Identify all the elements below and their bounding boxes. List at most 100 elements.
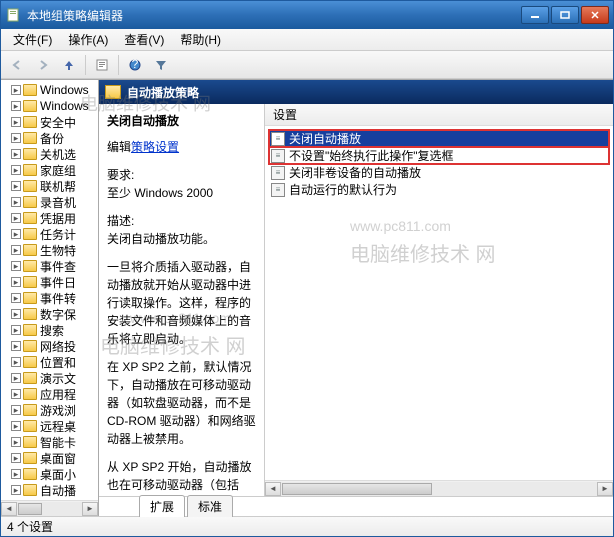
tree-item[interactable]: ▸位置和 <box>1 354 98 370</box>
tree-item[interactable]: ▸ 事件日 <box>1 274 98 290</box>
expand-icon[interactable]: ▸ <box>11 117 21 127</box>
expand-icon[interactable]: ▸ <box>11 405 21 415</box>
scroll-thumb[interactable] <box>18 503 42 515</box>
tree-item[interactable]: ▸生物特 <box>1 242 98 258</box>
list-header-setting[interactable]: 设置 <box>265 104 613 126</box>
expand-icon[interactable]: ▸ <box>11 101 21 111</box>
menu-action[interactable]: 操作(A) <box>60 29 116 50</box>
expand-icon[interactable]: ▸ <box>11 245 21 255</box>
requirements-block: 要求: 至少 Windows 2000 <box>107 166 256 202</box>
minimize-button[interactable] <box>521 6 549 24</box>
list-item[interactable]: ≡不设置"始终执行此操作"复选框 <box>269 147 609 164</box>
tree-item[interactable]: ▸事件转 <box>1 290 98 306</box>
tree-item[interactable]: ▸关机选 <box>1 146 98 162</box>
properties-button[interactable] <box>90 54 114 76</box>
expand-icon[interactable]: ▸ <box>11 213 21 223</box>
scroll-thumb[interactable] <box>282 483 432 495</box>
tree-label: 应用程 <box>40 386 76 403</box>
tree-item[interactable]: ▸任务计 <box>1 226 98 242</box>
list-item-label: 关闭非卷设备的自动播放 <box>289 164 421 181</box>
folder-icon <box>23 436 37 448</box>
back-button[interactable] <box>5 54 29 76</box>
maximize-button[interactable] <box>551 6 579 24</box>
expand-icon[interactable]: ▸ <box>11 309 21 319</box>
up-button[interactable] <box>57 54 81 76</box>
help-button[interactable]: ? <box>123 54 147 76</box>
tree-label: 桌面窗 <box>40 450 76 467</box>
expand-icon[interactable]: ▸ <box>11 453 21 463</box>
tree-item[interactable]: ▸远程桌 <box>1 418 98 434</box>
tree-item[interactable]: ▸数字保 <box>1 306 98 322</box>
tree-item[interactable]: ▸家庭组 <box>1 162 98 178</box>
expand-icon[interactable]: ▸ <box>11 149 21 159</box>
scroll-right-button[interactable]: ► <box>82 502 98 516</box>
edit-policy-link[interactable]: 策略设置 <box>131 140 179 154</box>
tree-item[interactable]: ▸ 事件查 <box>1 258 98 274</box>
description-text: 从 XP SP2 开始，自动播放也在可移动驱动器（包括 ZIP 驱动器和某些 U… <box>107 458 256 496</box>
tree-scrollbar[interactable]: ◄ ► <box>1 500 98 516</box>
tree-item[interactable]: ▸凭据用 <box>1 210 98 226</box>
expand-icon[interactable]: ▸ <box>11 197 21 207</box>
scroll-left-button[interactable]: ◄ <box>1 502 17 516</box>
expand-icon[interactable]: ▸ <box>11 341 21 351</box>
scroll-track[interactable] <box>281 482 597 496</box>
tree-item[interactable]: ▸ 桌面窗 <box>1 450 98 466</box>
tree-item[interactable]: ▸游戏浏 <box>1 402 98 418</box>
close-button[interactable] <box>581 6 609 24</box>
menu-view[interactable]: 查看(V) <box>116 29 172 50</box>
tree-label: 事件查 <box>40 258 76 275</box>
tree-item[interactable]: ▸ 应用程 <box>1 386 98 402</box>
scroll-track[interactable] <box>17 502 82 516</box>
list-scrollbar[interactable]: ◄ ► <box>265 480 613 496</box>
tree-label: 事件日 <box>40 274 76 291</box>
description-text: 一旦将介质插入驱动器，自动播放就开始从驱动器中进行读取操作。这样，程序的安装文件… <box>107 258 256 348</box>
tree-item[interactable]: ▸ 桌面小 <box>1 466 98 482</box>
list-item[interactable]: ≡关闭自动播放 <box>269 130 609 147</box>
tree-label: 桌面小 <box>40 466 76 483</box>
description-text: 在 XP SP2 之前，默认情况下，自动播放在可移动驱动器（如软盘驱动器，而不是… <box>107 358 256 448</box>
forward-button[interactable] <box>31 54 55 76</box>
tree-item[interactable]: ▸网络投 <box>1 338 98 354</box>
tree-item[interactable]: ▸演示文 <box>1 370 98 386</box>
expand-icon[interactable]: ▸ <box>11 133 21 143</box>
expand-icon[interactable]: ▸ <box>11 485 21 495</box>
expand-icon[interactable]: ▸ <box>11 181 21 191</box>
tab-standard[interactable]: 标准 <box>187 495 233 517</box>
menu-help[interactable]: 帮助(H) <box>172 29 229 50</box>
expand-icon[interactable]: ▸ <box>11 373 21 383</box>
tree-item[interactable]: ▸Windows <box>1 82 98 98</box>
folder-icon <box>23 196 37 208</box>
list-item[interactable]: ≡自动运行的默认行为 <box>269 181 609 198</box>
expand-icon[interactable]: ▸ <box>11 277 21 287</box>
expand-icon[interactable]: ▸ <box>11 229 21 239</box>
edit-link-row: 编辑策略设置 <box>107 138 256 156</box>
filter-button[interactable] <box>149 54 173 76</box>
expand-icon[interactable]: ▸ <box>11 357 21 367</box>
expand-icon[interactable]: ▸ <box>11 421 21 431</box>
tree-item[interactable]: ▸搜索 <box>1 322 98 338</box>
expand-icon[interactable]: ▸ <box>11 293 21 303</box>
list-item[interactable]: ≡关闭非卷设备的自动播放 <box>269 164 609 181</box>
tree-item[interactable]: ▸备份 <box>1 130 98 146</box>
expand-icon[interactable]: ▸ <box>11 469 21 479</box>
settings-list[interactable]: ≡关闭自动播放≡不设置"始终执行此操作"复选框≡关闭非卷设备的自动播放≡自动运行… <box>265 126 613 480</box>
expand-icon[interactable]: ▸ <box>11 437 21 447</box>
tree-item[interactable]: ▸录音机 <box>1 194 98 210</box>
scroll-left-button[interactable]: ◄ <box>265 482 281 496</box>
expand-icon[interactable]: ▸ <box>11 389 21 399</box>
expand-icon[interactable]: ▸ <box>11 261 21 271</box>
tree-label: 联机帮 <box>40 178 76 195</box>
tree-view[interactable]: ▸Windows▸Windows▸安全中▸备份▸关机选▸家庭组▸联机帮▸录音机▸… <box>1 80 98 500</box>
tree-item[interactable]: ▸ 联机帮 <box>1 178 98 194</box>
expand-icon[interactable]: ▸ <box>11 325 21 335</box>
menu-file[interactable]: 文件(F) <box>5 29 60 50</box>
scroll-right-button[interactable]: ► <box>597 482 613 496</box>
expand-icon[interactable]: ▸ <box>11 85 21 95</box>
titlebar[interactable]: 本地组策略编辑器 <box>1 1 613 29</box>
tab-extended[interactable]: 扩展 <box>139 495 185 517</box>
tree-item[interactable]: ▸自动播 <box>1 482 98 498</box>
tree-item[interactable]: ▸智能卡 <box>1 434 98 450</box>
tree-item[interactable]: ▸安全中 <box>1 114 98 130</box>
expand-icon[interactable]: ▸ <box>11 165 21 175</box>
tree-item[interactable]: ▸Windows <box>1 98 98 114</box>
